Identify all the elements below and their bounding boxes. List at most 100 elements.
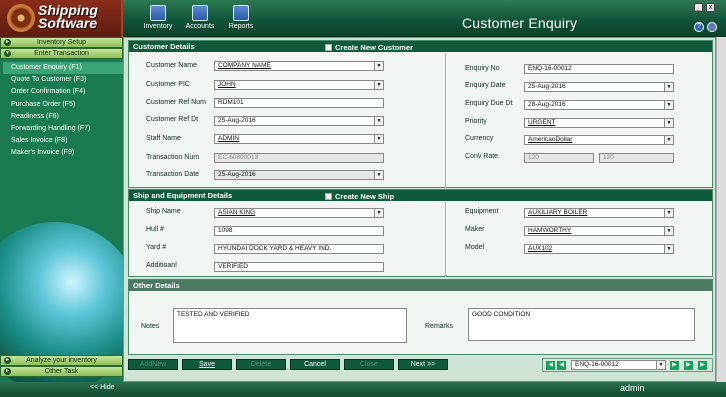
collapse-icon: ▾ [4,50,11,57]
customer-refdt-picker[interactable]: 25-Aug-2016 ▼ [214,116,384,126]
addnew-button[interactable]: AddNew [128,359,178,370]
yard-input[interactable]: HYUNDAI DOCK YARD & HEAVY IND. [214,244,384,254]
currency-select[interactable]: AmericanDollar ▼ [524,135,674,145]
equipment-select[interactable]: AUXILIARY BOILER ▼ [524,208,674,218]
enquiry-date-label: Enquiry Date [465,82,506,89]
delete-button[interactable]: Delete [236,359,286,370]
page-title: Customer Enquiry [462,15,578,31]
first-record-icon[interactable]: ◀ [546,361,555,370]
save-button[interactable]: Save [182,359,232,370]
inventory-setup-header[interactable]: ▸ Inventory Setup [0,37,123,48]
sidebar-item-readiness[interactable]: Readiness (F6) [11,111,123,123]
current-user: admin [620,383,645,393]
sidebar-item-order-confirmation[interactable]: Order Confirmation (F4) [11,86,123,98]
ship-name-select[interactable]: ASIAN KING ▼ [214,208,384,218]
hull-input[interactable]: 1098 [214,226,384,236]
transaction-date-label: Transaction Date [146,171,200,178]
model-select[interactable]: AUX102 ▼ [524,244,674,254]
accounts-icon [192,5,208,21]
main-panel: Customer Details Create New Customer Cust… [123,37,716,382]
sidebar-item-purchase-order[interactable]: Purchase Order (F5) [11,99,123,111]
chevron-down-icon: ▼ [664,209,673,217]
enquiry-no-input[interactable]: ENQ-16-00012 [524,64,674,74]
section-title: Ship and Equipment Details [133,191,233,200]
reports-icon [233,5,249,21]
chevron-down-icon: ▼ [664,136,673,144]
calendar-dropdown-icon: ▼ [664,83,673,91]
sidebar-item-quote[interactable]: Quote To Customer (F3) [11,74,123,86]
maker-label: Maker [465,226,485,233]
customer-name-select[interactable]: COMPANY NAME ▼ [214,61,384,71]
chevron-down-icon: ▼ [374,209,383,217]
sidebar: ▸ Inventory Setup ▾ Enter Transaction Cust… [0,37,123,382]
app-logo: Shipping Software [0,0,123,37]
sidebar-item-forwarding[interactable]: Forwarding Handling (F7) [11,123,123,135]
additional-input[interactable]: VERIFIED [214,262,384,272]
settings-icon[interactable] [707,22,717,32]
customer-refdt-label: Customer Ref Dt [146,116,199,123]
analyze-header[interactable]: ▸ Analyze your inventory [0,355,123,366]
notes-label: Notes [141,323,160,330]
currency-label: Currency [465,135,494,142]
staff-name-select[interactable]: ADMIN ▼ [214,134,384,144]
other-details-section: Other Details Notes TESTED AND VERIFIED … [128,279,713,355]
sidebar-item-makers-invoice[interactable]: Maker's Invoice (F9) [11,147,123,159]
expand-icon: ▸ [4,357,11,364]
enquiry-no-label: Enquiry No [465,65,500,72]
customer-pic-label: Customer PIC [146,81,190,88]
customer-pic-select[interactable]: JOHN ▼ [214,80,384,90]
cancel-button[interactable]: Cancel [290,359,340,370]
transaction-num-label: Transaction Num [146,154,200,161]
conv-rate-field-1: 120 [524,153,594,163]
next-button[interactable]: Next >> [398,359,448,370]
maker-select[interactable]: HAMWORTHY ▼ [524,226,674,236]
transaction-date-picker[interactable]: 25-Aug-2016 ▼ [214,170,384,180]
logo-line2: Software [38,15,98,31]
additional-label: Additioanl [146,262,177,269]
enquiry-date-picker[interactable]: 25-Aug-2016 ▼ [524,82,674,92]
toolbar-inventory[interactable]: Inventory [138,5,178,30]
chevron-down-icon: ▼ [374,62,383,70]
chevron-down-icon: ▼ [664,119,673,127]
enquiry-due-picker[interactable]: 28-Aug-2016 ▼ [524,100,674,110]
vertical-scrollbar[interactable] [716,37,726,382]
calendar-dropdown-icon: ▼ [374,171,383,179]
priority-select[interactable]: URGENT ▼ [524,118,674,128]
last-record-icon[interactable]: ▶ [698,361,707,370]
prev-record-icon[interactable]: ◀ [557,361,566,370]
ship-wheel-icon [7,4,35,32]
sidebar-item-customer-enquiry[interactable]: Customer Enquiry (F1) [3,62,123,75]
toolbar-accounts[interactable]: Accounts [180,5,220,30]
sidebar-item-sales-invoice[interactable]: Sales Invoice (F8) [11,135,123,147]
chevron-down-icon: ▼ [664,227,673,235]
remarks-textarea[interactable]: GOOD CONDITION [468,308,695,341]
conv-rate-field-2: 120 [599,153,674,163]
section-title: Customer Details [133,42,195,51]
close-window-button[interactable]: x [706,3,715,12]
toolbar-reports[interactable]: Reports [221,5,261,30]
help-icon[interactable]: ? [694,22,704,32]
staff-name-label: Staff Name [146,135,181,142]
transaction-menu: Customer Enquiry (F1) Quote To Customer … [0,59,123,160]
ship-name-label: Ship Name [146,208,181,215]
notes-textarea[interactable]: TESTED AND VERIFIED [173,308,407,343]
go-record-icon[interactable]: ▶ [670,361,679,370]
create-ship-checkbox[interactable]: Create New Ship [325,191,394,202]
hull-label: Hull # [146,226,164,233]
other-task-header[interactable]: ▸ Other Task [0,366,123,377]
next-record-icon[interactable]: ▶ [684,361,693,370]
inventory-icon [150,5,166,21]
hide-sidebar-link[interactable]: << Hide [90,384,115,391]
ship-details-section: Ship and Equipment Details Create New Shi… [128,189,713,277]
close-button[interactable]: Close [344,359,394,370]
customer-ref-input[interactable]: RDM101 [214,98,384,108]
record-select[interactable]: ENQ-16-00012 ▼ [571,360,666,370]
priority-label: Priority [465,118,487,125]
title-bar: Shipping Software Inventory Accounts Repo… [0,0,726,37]
minimize-button[interactable]: _ [694,3,703,12]
customer-ref-label: Customer Ref Num [146,99,206,106]
enter-transaction-header[interactable]: ▾ Enter Transaction [0,48,123,59]
customer-details-section: Customer Details Create New Customer Cust… [128,40,713,188]
yard-label: Yard # [146,244,167,251]
create-customer-checkbox[interactable]: Create New Customer [325,42,413,53]
